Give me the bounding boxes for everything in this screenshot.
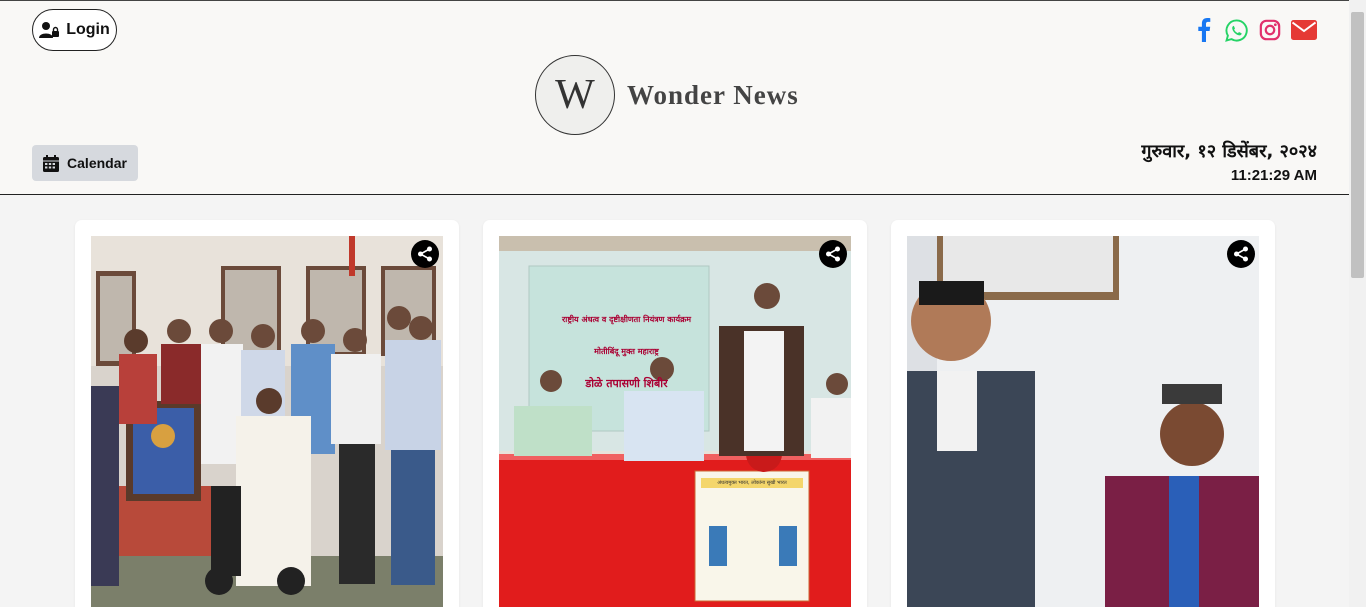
group-photo — [91, 236, 443, 607]
banner-line-3: डोळे तपासणी शिबीर — [585, 377, 668, 390]
eye-camp-photo — [499, 236, 851, 607]
brand-logo[interactable]: W Wonder News — [535, 55, 799, 135]
news-card-image[interactable] — [91, 236, 443, 607]
date-time: गुरुवार, १२ डिसेंबर, २०२४ 11:21:29 AM — [1141, 139, 1317, 184]
calendar-label: Calendar — [67, 155, 127, 171]
share-button[interactable] — [819, 240, 847, 268]
share-icon — [1234, 246, 1248, 262]
share-icon — [418, 246, 432, 262]
poster-title: अंधत्वमुक्त भारत, लोकांना सुखी भारत — [717, 480, 787, 486]
user-lock-icon — [39, 22, 60, 38]
whatsapp-icon[interactable] — [1225, 18, 1248, 42]
logo-initial: W — [555, 72, 595, 118]
news-cards: राष्ट्रीय अंधत्व व दृष्टीक्षीणता नियंत्र… — [75, 220, 1275, 607]
brand-name: Wonder News — [627, 79, 799, 110]
social-links — [1192, 18, 1317, 42]
facebook-icon[interactable] — [1192, 18, 1215, 42]
news-card[interactable]: राष्ट्रीय अंधत्व व दृष्टीक्षीणता नियंत्र… — [483, 220, 867, 607]
page-scrollbar[interactable] — [1349, 0, 1366, 607]
login-button[interactable]: Login — [32, 9, 117, 51]
logo-circle: W — [535, 55, 615, 135]
news-card-image[interactable]: राष्ट्रीय अंधत्व व दृष्टीक्षीणता नियंत्र… — [499, 236, 851, 607]
instagram-icon[interactable] — [1258, 18, 1281, 42]
current-time: 11:21:29 AM — [1230, 167, 1317, 184]
news-card[interactable] — [891, 220, 1275, 607]
banner-line-2: मोतीबिंदू मुक्त महाराष्ट्र — [594, 347, 659, 356]
mail-icon[interactable] — [1291, 18, 1317, 42]
site-header: Login W Wonder News Calendar गुरुवार, १२… — [0, 1, 1349, 195]
share-icon — [826, 246, 840, 262]
share-button[interactable] — [1227, 240, 1255, 268]
calendar-button[interactable]: Calendar — [32, 145, 138, 181]
calendar-icon — [43, 154, 60, 172]
scrollbar-thumb[interactable] — [1351, 12, 1364, 278]
login-label: Login — [66, 21, 110, 38]
news-card[interactable] — [75, 220, 459, 607]
portrait-photo — [907, 236, 1259, 607]
news-card-image[interactable] — [907, 236, 1259, 607]
banner-line-1: राष्ट्रीय अंधत्व व दृष्टीक्षीणता नियंत्र… — [561, 315, 692, 324]
current-date: गुरुवार, १२ डिसेंबर, २०२४ — [1141, 141, 1317, 162]
share-button[interactable] — [411, 240, 439, 268]
